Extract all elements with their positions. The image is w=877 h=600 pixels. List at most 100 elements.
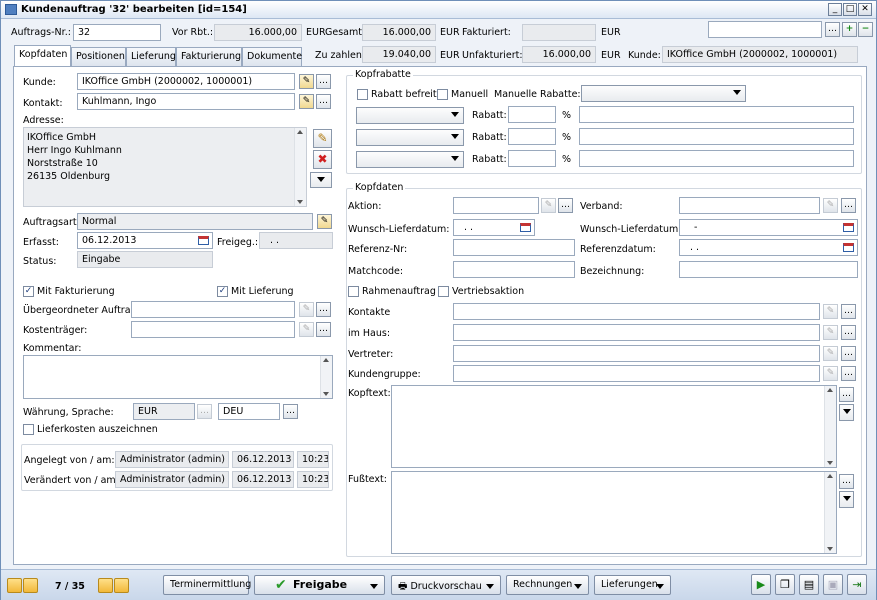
kostentraeger-more-button[interactable]: … [316,322,331,337]
more-button[interactable]: … [825,22,840,37]
rabatt-type-dropdown[interactable] [356,129,464,146]
adresse-dropdown[interactable] [310,172,332,188]
kopftext-dropdown[interactable] [839,404,854,421]
copy-icon[interactable]: ❐ [775,574,795,595]
freigabe-button[interactable]: ✔ Freigabe [254,575,385,595]
kommentar-textarea[interactable] [23,355,333,399]
rabatt-text-field[interactable] [579,150,854,167]
aktion-field[interactable] [453,197,539,214]
referenz-nr-field[interactable] [453,239,575,256]
fusstext-scrollbar[interactable] [824,472,836,553]
tab-positionen[interactable]: Positionen [71,47,126,66]
calendar-icon[interactable] [843,243,854,252]
rabatt-type-dropdown[interactable] [356,151,464,168]
save-icon[interactable]: ▣ [823,574,843,595]
edit-kontakt-icon[interactable]: ✎ [299,94,314,109]
first-record-icon[interactable] [7,578,22,593]
rechnungen-button[interactable]: Rechnungen [506,575,589,595]
rabatt-type-dropdown[interactable] [356,107,464,124]
erfasst-date-field[interactable]: 06.12.2013 [77,232,213,249]
kunde-more-button[interactable]: … [316,74,331,89]
edit-disabled-icon[interactable]: ✎ [823,325,838,340]
lieferungen-button[interactable]: Lieferungen [594,575,671,595]
next-record-icon[interactable] [98,578,113,593]
vertriebsaktion-checkbox[interactable] [438,286,449,297]
tab-dokumente[interactable]: Dokumente [242,47,302,66]
verband-more-button[interactable]: … [841,198,856,213]
tab-fakturierung[interactable]: Fakturierung [176,47,242,66]
rabatt-text-field[interactable] [579,128,854,145]
vertreter-field[interactable] [453,345,820,362]
waehrung-more-button[interactable]: … [197,404,212,419]
auftrags-nr-field[interactable]: 32 [73,24,161,41]
kunde-field[interactable]: IKOffice GmbH (2000002, 1000001) [77,73,295,90]
edit-disabled-icon[interactable]: ✎ [299,322,314,337]
play-icon[interactable]: ▶ [751,574,771,595]
previous-record-icon[interactable] [23,578,38,593]
maximize-button[interactable]: □ [843,3,857,16]
vertreter-more-button[interactable]: … [841,346,856,361]
add-icon[interactable]: + [842,22,857,37]
kontakte-more-button[interactable]: … [841,304,856,319]
kopftext-more-button[interactable]: … [839,387,854,402]
waehrung-field[interactable]: EUR [133,403,195,420]
uebergeordneter-field[interactable] [131,301,295,318]
sprache-field[interactable]: DEU [218,403,280,420]
auftragsart-field[interactable]: Normal [77,213,313,230]
edit-disabled-icon[interactable]: ✎ [541,198,556,213]
lieferkosten-checkbox[interactable] [23,424,34,435]
minimize-button[interactable]: _ [828,3,842,16]
uebergeordneter-more-button[interactable]: … [316,302,331,317]
calendar-icon[interactable] [198,236,209,245]
rabatt-value-field[interactable] [508,106,556,123]
kontakt-more-button[interactable]: … [316,94,331,109]
bezeichnung-field[interactable] [679,261,858,278]
kopftext-textarea[interactable] [391,385,837,468]
im-haus-more-button[interactable]: … [841,325,856,340]
calendar-icon[interactable] [520,223,531,232]
kontakt-field[interactable]: Kuhlmann, Ingo [77,93,295,110]
aktion-more-button[interactable]: … [558,198,573,213]
kopftext-scrollbar[interactable] [824,386,836,467]
exit-icon[interactable]: ⇥ [847,574,867,595]
druckvorschau-button[interactable]: 🖶 Druckvorschau [391,575,501,595]
edit-disabled-icon[interactable]: ✎ [823,304,838,319]
tab-lieferung[interactable]: Lieferung [126,47,176,66]
adresse-field[interactable]: IKOffice GmbH Herr Ingo Kuhlmann Norstst… [23,127,307,207]
kundengruppe-more-button[interactable]: … [841,366,856,381]
remove-icon[interactable]: − [858,22,873,37]
kommentar-scrollbar[interactable] [320,356,332,398]
fusstext-textarea[interactable] [391,471,837,554]
manuell-checkbox[interactable] [437,89,448,100]
rahmenauftrag-checkbox[interactable] [348,286,359,297]
edit-auftragsart-icon[interactable]: ✎ [317,214,332,229]
close-button[interactable]: ✕ [858,3,872,16]
fusstext-dropdown[interactable] [839,491,854,508]
kundengruppe-field[interactable] [453,365,820,382]
calendar-icon[interactable] [843,223,854,232]
verband-field[interactable] [679,197,820,214]
edit-disabled-icon[interactable]: ✎ [823,366,838,381]
referenzdatum-field[interactable]: . . [679,239,858,256]
quick-search-input[interactable] [708,21,822,38]
kontakte-field[interactable] [453,303,820,320]
rabatt-value-field[interactable] [508,150,556,167]
sprache-more-button[interactable]: … [283,404,298,419]
rabatt-text-field[interactable] [579,106,854,123]
document-icon[interactable]: ▤ [799,574,819,595]
rabatt-value-field[interactable] [508,128,556,145]
wunsch-lieferdatum-2-field[interactable]: - [679,219,858,236]
im-haus-field[interactable] [453,324,820,341]
edit-disabled-icon[interactable]: ✎ [823,346,838,361]
edit-disabled-icon[interactable]: ✎ [823,198,838,213]
rabatt-befreit-checkbox[interactable] [357,89,368,100]
adresse-scrollbar[interactable] [294,128,306,206]
tab-kopfdaten[interactable]: Kopfdaten [14,45,71,67]
manuelle-rabatte-dropdown[interactable] [581,85,746,102]
mit-fakturierung-checkbox[interactable]: ✓ [23,286,34,297]
matchcode-field[interactable] [453,261,575,278]
wunsch-lieferdatum-field[interactable]: . . [453,219,535,236]
fusstext-more-button[interactable]: … [839,474,854,489]
delete-icon[interactable]: ✖ [313,150,332,169]
mit-lieferung-checkbox[interactable]: ✓ [217,286,228,297]
